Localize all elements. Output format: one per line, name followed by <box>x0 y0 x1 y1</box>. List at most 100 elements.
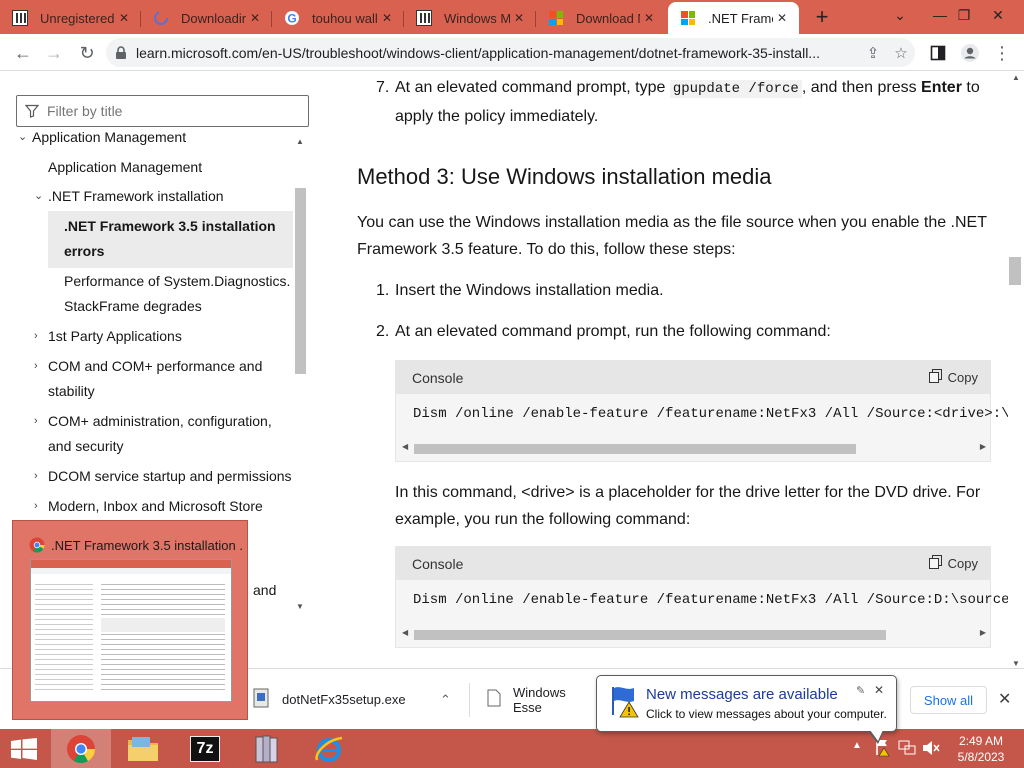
volume-muted-icon[interactable] <box>922 740 940 759</box>
download-item-dotnetfx[interactable]: dotNetFx35setup.exe ⌃ <box>252 669 462 730</box>
side-panel-icon[interactable] <box>924 39 952 67</box>
close-icon[interactable]: ✕ <box>115 9 133 27</box>
nav-item-partial[interactable]: and <box>253 578 276 603</box>
page-scroll-thumb[interactable] <box>1009 257 1021 285</box>
notification-balloon[interactable]: New messages are available Click to view… <box>596 675 897 744</box>
share-icon[interactable]: ⇪ <box>859 44 887 62</box>
method-3-heading: Method 3: Use Windows installation media <box>357 164 772 189</box>
chevron-right-icon[interactable]: › <box>34 464 38 489</box>
settings-wrench-icon[interactable]: ✎ <box>856 684 865 697</box>
code-scroll-thumb[interactable] <box>414 444 856 454</box>
menu-kebab-icon[interactable]: ⋮ <box>988 39 1016 67</box>
archive-books-icon <box>255 735 278 762</box>
tab-downloading[interactable]: Downloading ✕ <box>141 2 272 34</box>
code-scroll-thumb[interactable] <box>414 630 886 640</box>
tab-windows-mo[interactable]: Windows Mo ✕ <box>404 2 536 34</box>
nav-label: stability <box>48 383 95 399</box>
tab-dotnet-active[interactable]: .NET Framew ✕ <box>668 2 799 34</box>
scroll-down-arrow-icon[interactable]: ▼ <box>1012 659 1020 668</box>
scroll-left-arrow-icon[interactable]: ◀ <box>402 442 408 451</box>
download-item-windows-esse[interactable]: Windows Esse <box>487 669 597 730</box>
scroll-down-arrow-icon[interactable]: ▼ <box>296 602 304 611</box>
nav-item-com-performance[interactable]: › COM and COM+ performance and stability <box>34 354 262 404</box>
taskbar-archive-app[interactable] <box>237 729 297 768</box>
scroll-up-arrow-icon[interactable]: ▲ <box>296 137 304 146</box>
close-icon[interactable]: ✕ <box>640 9 658 27</box>
taskbar-clock[interactable]: 2:49 AM 5/8/2023 <box>948 733 1014 765</box>
chevron-down-icon[interactable]: ⌄ <box>18 125 27 150</box>
chevron-right-icon[interactable]: › <box>34 494 38 519</box>
nav-label: .NET Framework 3.5 installation <box>64 218 276 234</box>
chevron-right-icon[interactable]: › <box>34 354 38 379</box>
loading-icon <box>153 10 169 26</box>
taskbar-internet-explorer[interactable] <box>299 729 359 768</box>
copy-button[interactable]: Copy <box>928 547 978 580</box>
chevron-down-icon[interactable]: ⌄ <box>880 0 920 30</box>
window-close-button[interactable]: ✕ <box>978 0 1018 30</box>
close-icon[interactable]: ✕ <box>510 9 528 27</box>
back-button[interactable]: ← <box>9 39 37 67</box>
reload-button[interactable]: ↻ <box>73 39 101 67</box>
scroll-left-arrow-icon[interactable]: ◀ <box>402 628 408 637</box>
nav-item-performance-stackframe[interactable]: Performance of System.Diagnostics. Stack… <box>64 269 290 319</box>
code-horizontal-scrollbar[interactable]: ◀ ▶ <box>400 442 988 455</box>
installer-file-icon <box>252 688 270 711</box>
tab-title: Unregistered <box>40 10 115 26</box>
page-scrollbar[interactable]: ▲ ▼ <box>1008 71 1024 668</box>
chevron-right-icon[interactable]: › <box>34 409 38 434</box>
nav-item-modern-inbox[interactable]: › Modern, Inbox and Microsoft Store <box>34 494 263 519</box>
lock-icon[interactable] <box>106 45 136 60</box>
address-bar[interactable]: learn.microsoft.com/en-US/troubleshoot/w… <box>106 38 915 67</box>
close-shelf-icon[interactable]: ✕ <box>998 689 1011 709</box>
notification-close-icon[interactable]: ✕ <box>874 683 884 697</box>
network-icon[interactable] <box>898 740 916 759</box>
close-icon[interactable]: ✕ <box>773 9 791 27</box>
chevron-up-icon[interactable]: ⌃ <box>440 692 451 708</box>
nav-item-dotnet-installation[interactable]: ⌄ .NET Framework installation <box>34 184 224 209</box>
nav-item-application-management-parent[interactable]: ⌄ Application Management <box>18 125 186 150</box>
taskbar-thumbnail-preview[interactable]: .NET Framework 3.5 installation ... <box>12 520 248 720</box>
taskbar-file-explorer[interactable] <box>113 729 173 768</box>
forward-button[interactable]: → <box>40 39 68 67</box>
filter-input[interactable] <box>47 103 297 119</box>
show-hidden-icons-chevron-icon[interactable]: ▲ <box>852 740 862 751</box>
step-1-text: Insert the Windows installation media. <box>395 282 664 299</box>
chevron-down-icon[interactable]: ⌄ <box>34 184 43 209</box>
scroll-right-arrow-icon[interactable]: ▶ <box>980 628 986 637</box>
tab-unregistered[interactable]: Unregistered ✕ <box>0 2 141 34</box>
nav-item-dotnet-35-errors[interactable]: .NET Framework 3.5 installation errors <box>48 211 293 268</box>
new-tab-button[interactable]: + <box>809 4 835 30</box>
code-line[interactable]: Dism /online /enable-feature /featurenam… <box>413 592 1008 608</box>
close-icon[interactable]: ✕ <box>378 9 396 27</box>
start-button[interactable] <box>0 729 48 768</box>
taskbar-7zip[interactable]: 7z <box>175 729 235 768</box>
sidebar-scroll-thumb[interactable] <box>295 188 306 374</box>
article-content: 7. At an elevated command prompt, type g… <box>318 71 1008 648</box>
scroll-right-arrow-icon[interactable]: ▶ <box>980 442 986 451</box>
clock-time: 2:49 AM <box>958 734 1004 748</box>
nav-item-com-admin[interactable]: › COM+ administration, configuration, an… <box>34 409 272 459</box>
profile-avatar-icon[interactable] <box>956 39 984 67</box>
bookmark-star-icon[interactable]: ☆ <box>887 44 915 62</box>
chrome-icon <box>29 537 45 553</box>
copy-button[interactable]: Copy <box>928 361 978 394</box>
copy-label: Copy <box>947 556 978 571</box>
nav-item-application-management[interactable]: Application Management <box>48 155 202 180</box>
chevron-right-icon[interactable]: › <box>34 324 38 349</box>
show-all-button[interactable]: Show all <box>910 686 987 714</box>
taskbar-chrome[interactable] <box>51 729 111 768</box>
scroll-up-arrow-icon[interactable]: ▲ <box>1012 73 1020 82</box>
close-icon[interactable]: ✕ <box>246 9 264 27</box>
nav-item-dcom-service[interactable]: › DCOM service startup and permissions <box>34 464 292 489</box>
code-horizontal-scrollbar[interactable]: ◀ ▶ <box>400 628 988 641</box>
copy-label: Copy <box>947 370 978 385</box>
nav-item-1st-party[interactable]: › 1st Party Applications <box>34 324 182 349</box>
nav-label: Performance of System.Diagnostics. <box>64 273 291 289</box>
code-line[interactable]: Dism /online /enable-feature /featurenam… <box>413 406 1008 422</box>
url-text[interactable]: learn.microsoft.com/en-US/troubleshoot/w… <box>136 45 859 61</box>
wiki-icon <box>12 10 28 26</box>
nav-label: Modern, Inbox and Microsoft Store <box>48 498 263 514</box>
filter-box[interactable] <box>16 95 309 127</box>
tab-download-m[interactable]: Download M ✕ <box>536 2 666 34</box>
tab-touhou[interactable]: G touhou wallp ✕ <box>272 2 404 34</box>
